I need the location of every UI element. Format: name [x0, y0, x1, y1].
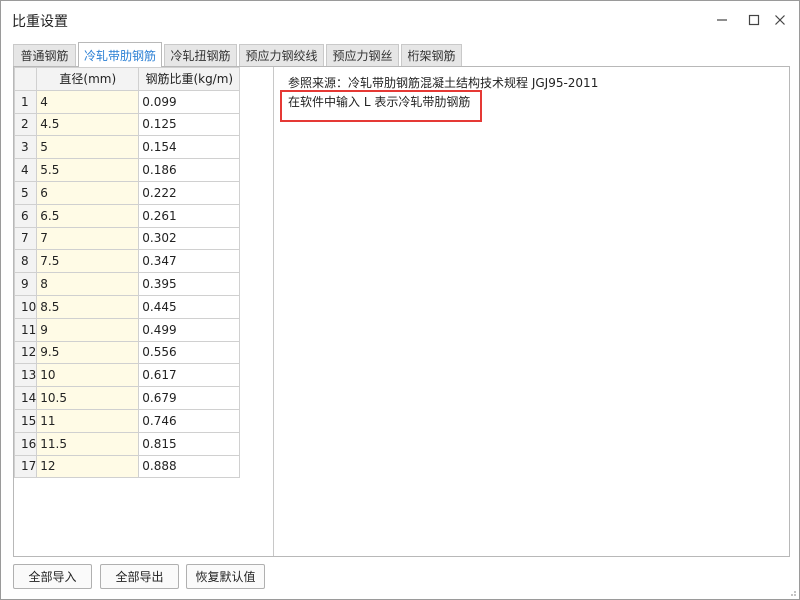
diameter-cell[interactable]: 11.5	[36, 431, 140, 456]
close-button[interactable]	[770, 10, 790, 30]
diameter-cell[interactable]: 7	[36, 226, 140, 251]
close-icon	[775, 15, 785, 25]
tab-prestressed-strand[interactable]: 预应力钢绞线	[239, 44, 324, 66]
weight-cell[interactable]: 0.154	[138, 135, 241, 160]
dialog-window: 比重设置 普通钢筋 冷轧带肋钢筋 冷轧扭钢筋 预应力钢绞线 预应力钢丝 桁架钢筋…	[0, 0, 800, 600]
row-number: 4	[13, 158, 38, 182]
tab-content-panel: 直径(mm) 钢筋比重(kg/m) 1 4 0.099 2 4.5 0.125 3 5 0.…	[13, 66, 790, 557]
weight-cell[interactable]: 0.499	[138, 317, 241, 342]
table-row[interactable]: 7 7 0.302	[13, 226, 241, 251]
import-all-button[interactable]: 全部导入	[13, 564, 92, 589]
table-row[interactable]: 13 10 0.617	[13, 363, 241, 388]
restore-default-button[interactable]: 恢复默认值	[186, 564, 265, 589]
table-row[interactable]: 11 9 0.499	[13, 317, 241, 342]
diameter-cell[interactable]: 9.5	[36, 340, 140, 365]
table-row[interactable]: 4 5.5 0.186	[13, 158, 241, 182]
tab-cold-rolled-ribbed[interactable]: 冷轧带肋钢筋	[78, 42, 162, 67]
table-row[interactable]: 6 6.5 0.261	[13, 203, 241, 228]
tab-prestressed-wire[interactable]: 预应力钢丝	[326, 44, 399, 66]
row-number: 2	[13, 112, 38, 137]
header-unit-weight: 钢筋比重(kg/m)	[138, 67, 241, 91]
table-row[interactable]: 14 10.5 0.679	[13, 386, 241, 410]
table-row[interactable]: 12 9.5 0.556	[13, 340, 241, 365]
weight-cell[interactable]: 0.888	[138, 454, 241, 479]
weight-table: 直径(mm) 钢筋比重(kg/m) 1 4 0.099 2 4.5 0.125 3 5 0.…	[13, 67, 241, 479]
resize-grip-icon[interactable]	[787, 587, 797, 597]
row-number: 8	[13, 249, 38, 274]
row-number: 7	[13, 226, 38, 251]
table-row[interactable]: 10 8.5 0.445	[13, 294, 241, 319]
table-row[interactable]: 17 12 0.888	[13, 454, 241, 479]
weight-table-area: 直径(mm) 钢筋比重(kg/m) 1 4 0.099 2 4.5 0.125 3 5 0.…	[13, 67, 274, 556]
weight-cell[interactable]: 0.395	[138, 272, 241, 296]
table-row[interactable]: 15 11 0.746	[13, 408, 241, 433]
export-all-button[interactable]: 全部导出	[100, 564, 179, 589]
header-diameter: 直径(mm)	[36, 67, 140, 91]
weight-cell[interactable]: 0.617	[138, 363, 241, 388]
diameter-cell[interactable]: 5	[36, 135, 140, 160]
diameter-cell[interactable]: 12	[36, 454, 140, 479]
table-row[interactable]: 9 8 0.395	[13, 272, 241, 296]
weight-cell[interactable]: 0.679	[138, 386, 241, 410]
weight-cell[interactable]: 0.815	[138, 431, 241, 456]
row-number: 1	[13, 89, 38, 114]
reference-source-text: 参照来源：冷轧带肋钢筋混凝土结构技术规程 JGJ95-2011	[288, 76, 599, 90]
weight-cell[interactable]: 0.186	[138, 158, 241, 182]
diameter-cell[interactable]: 10.5	[36, 386, 140, 410]
tab-normal-rebar[interactable]: 普通钢筋	[13, 44, 76, 66]
weight-cell[interactable]: 0.302	[138, 226, 241, 251]
diameter-cell[interactable]: 4.5	[36, 112, 140, 137]
row-number: 10	[13, 294, 38, 319]
row-number: 9	[13, 272, 38, 296]
weight-cell[interactable]: 0.125	[138, 112, 241, 137]
table-row[interactable]: 1 4 0.099	[13, 89, 241, 114]
weight-cell[interactable]: 0.099	[138, 89, 241, 114]
diameter-cell[interactable]: 10	[36, 363, 140, 388]
weight-cell[interactable]: 0.445	[138, 294, 241, 319]
diameter-cell[interactable]: 6.5	[36, 203, 140, 228]
row-number: 16	[13, 431, 38, 456]
weight-cell[interactable]: 0.746	[138, 408, 241, 433]
dialog-title: 比重设置	[12, 14, 68, 30]
diameter-cell[interactable]: 8	[36, 272, 140, 296]
row-number: 14	[13, 386, 38, 410]
diameter-cell[interactable]: 7.5	[36, 249, 140, 274]
weight-cell[interactable]: 0.222	[138, 180, 241, 205]
diameter-cell[interactable]: 4	[36, 89, 140, 114]
header-row-number	[13, 67, 38, 91]
row-number: 6	[13, 203, 38, 228]
row-number: 12	[13, 340, 38, 365]
maximize-icon	[748, 14, 760, 26]
minimize-button[interactable]	[712, 10, 732, 30]
diameter-cell[interactable]: 6	[36, 180, 140, 205]
minimize-icon	[717, 19, 727, 21]
maximize-button[interactable]	[744, 10, 764, 30]
tab-cold-rolled-twisted[interactable]: 冷轧扭钢筋	[164, 44, 237, 66]
table-row[interactable]: 5 6 0.222	[13, 180, 241, 205]
table-row[interactable]: 3 5 0.154	[13, 135, 241, 160]
weight-cell[interactable]: 0.261	[138, 203, 241, 228]
diameter-cell[interactable]: 11	[36, 408, 140, 433]
title-bar: 比重设置	[1, 1, 799, 39]
table-row[interactable]: 8 7.5 0.347	[13, 249, 241, 274]
table-header-row: 直径(mm) 钢筋比重(kg/m)	[13, 67, 241, 91]
notes-pane: 参照来源：冷轧带肋钢筋混凝土结构技术规程 JGJ95-2011 在软件中输入 L…	[275, 67, 789, 556]
row-number: 5	[13, 180, 38, 205]
table-row[interactable]: 16 11.5 0.815	[13, 431, 241, 456]
row-number: 13	[13, 363, 38, 388]
row-number: 11	[13, 317, 38, 342]
row-number: 3	[13, 135, 38, 160]
tab-truss-rebar[interactable]: 桁架钢筋	[401, 44, 462, 66]
diameter-cell[interactable]: 8.5	[36, 294, 140, 319]
row-number: 15	[13, 408, 38, 433]
weight-cell[interactable]: 0.347	[138, 249, 241, 274]
row-number: 17	[13, 454, 38, 479]
table-row[interactable]: 2 4.5 0.125	[13, 112, 241, 137]
weight-cell[interactable]: 0.556	[138, 340, 241, 365]
diameter-cell[interactable]: 9	[36, 317, 140, 342]
input-hint-text: 在软件中输入 L 表示冷轧带肋钢筋	[288, 95, 471, 109]
diameter-cell[interactable]: 5.5	[36, 158, 140, 182]
